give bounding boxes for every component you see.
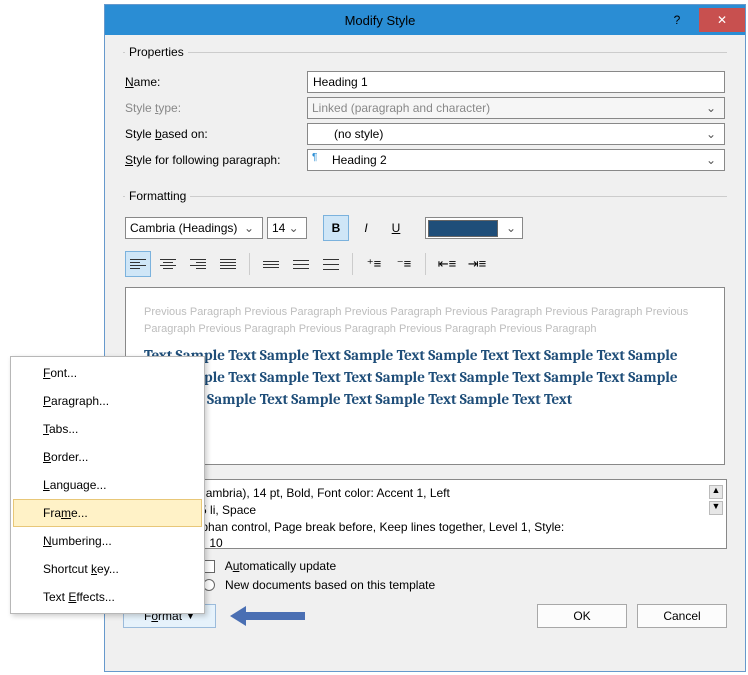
preview-sample-text: Text Sample Text Sample Text Sample Text… xyxy=(144,345,706,410)
preview-prev-paragraph: Previous Paragraph Previous Paragraph Pr… xyxy=(144,304,706,337)
scroll-down-button[interactable]: ▼ xyxy=(709,501,723,515)
align-justify-icon xyxy=(220,259,236,269)
align-right-button[interactable] xyxy=(185,251,211,277)
chevron-down-icon: ⌄ xyxy=(285,221,302,235)
styletype-dropdown: Linked (paragraph and character) ⌄ xyxy=(307,97,725,119)
indent-increase-button[interactable]: ⇥≡ xyxy=(464,251,490,277)
new-documents-label: New documents based on this template xyxy=(225,578,435,592)
basedon-dropdown[interactable]: (no style) ⌄ xyxy=(307,123,725,145)
format-menu: Font... Paragraph... Tabs... Border... L… xyxy=(10,356,205,614)
style-description: +Headings (Cambria), 14 pt, Bold, Font c… xyxy=(123,479,727,549)
menu-font[interactable]: Font... xyxy=(13,359,202,387)
indent-icon: ⇥≡ xyxy=(468,256,486,272)
spacing-15-button[interactable] xyxy=(288,251,314,277)
align-justify-button[interactable] xyxy=(215,251,241,277)
ok-button[interactable]: OK xyxy=(537,604,627,628)
dialog-title: Modify Style xyxy=(105,13,655,28)
basedon-label: Style based on: xyxy=(125,127,297,141)
chevron-down-icon: ⌄ xyxy=(240,221,258,235)
align-center-button[interactable] xyxy=(155,251,181,277)
following-dropdown[interactable]: Heading 2 ⌄ xyxy=(307,149,725,171)
menu-numbering[interactable]: Numbering... xyxy=(13,527,202,555)
style-preview: Previous Paragraph Previous Paragraph Pr… xyxy=(125,287,725,465)
name-label: Name: xyxy=(125,75,297,89)
desc-line: Style, Priority: 10 xyxy=(132,535,718,552)
align-right-icon xyxy=(190,259,206,269)
font-size-dropdown[interactable]: 14⌄ xyxy=(267,217,307,239)
auto-update-label: Automatically update xyxy=(225,559,336,573)
close-button[interactable]: ✕ xyxy=(699,8,745,32)
indent-decrease-button[interactable]: ⇤≡ xyxy=(434,251,460,277)
space-icon: ⁻≡ xyxy=(397,256,411,272)
titlebar: Modify Style ? ✕ xyxy=(105,5,745,35)
following-label: Style for following paragraph: xyxy=(125,153,297,167)
annotation-arrow xyxy=(230,606,310,626)
formatting-legend: Formatting xyxy=(125,189,190,203)
color-swatch xyxy=(428,220,498,237)
underline-button[interactable]: U xyxy=(383,215,409,241)
italic-button[interactable]: I xyxy=(353,215,379,241)
properties-group: Properties Name: Style type: Linked (par… xyxy=(123,45,727,179)
font-name-dropdown[interactable]: Cambria (Headings)⌄ xyxy=(125,217,263,239)
styletype-label: Style type: xyxy=(125,101,297,115)
space-before-inc-button[interactable]: ⁺≡ xyxy=(361,251,387,277)
desc-line: pt, Widow/Orphan control, Page break bef… xyxy=(132,519,718,536)
spacing-icon xyxy=(293,260,309,269)
menu-border[interactable]: Border... xyxy=(13,443,202,471)
spacing-icon xyxy=(323,259,339,270)
scroll-up-button[interactable]: ▲ xyxy=(709,485,723,499)
desc-line: +Headings (Cambria), 14 pt, Bold, Font c… xyxy=(132,485,718,502)
spacing-2-button[interactable] xyxy=(318,251,344,277)
help-button[interactable]: ? xyxy=(655,8,699,32)
menu-frame[interactable]: Frame... xyxy=(13,499,202,527)
spacing-1-button[interactable] xyxy=(258,251,284,277)
bold-button[interactable]: B xyxy=(323,215,349,241)
cancel-button[interactable]: Cancel xyxy=(637,604,727,628)
menu-tabs[interactable]: Tabs... xyxy=(13,415,202,443)
space-icon: ⁺≡ xyxy=(367,256,381,272)
chevron-down-icon: ⌄ xyxy=(702,101,720,115)
spacing-icon xyxy=(263,261,279,268)
menu-shortcut-key[interactable]: Shortcut key... xyxy=(13,555,202,583)
align-left-button[interactable] xyxy=(125,251,151,277)
desc-line: : Multiple 1.15 li, Space xyxy=(132,502,718,519)
menu-language[interactable]: Language... xyxy=(13,471,202,499)
space-before-dec-button[interactable]: ⁻≡ xyxy=(391,251,417,277)
heading-icon xyxy=(312,153,328,167)
outdent-icon: ⇤≡ xyxy=(438,256,456,272)
align-left-icon xyxy=(130,259,146,269)
align-center-icon xyxy=(160,259,176,269)
chevron-down-icon: ⌄ xyxy=(702,153,720,167)
menu-text-effects[interactable]: Text Effects... xyxy=(13,583,202,611)
chevron-down-icon: ⌄ xyxy=(502,221,520,235)
chevron-down-icon: ⌄ xyxy=(702,127,720,141)
formatting-group: Formatting Cambria (Headings)⌄ 14⌄ B I U… xyxy=(123,189,727,469)
font-color-dropdown[interactable]: ⌄ xyxy=(425,217,523,239)
menu-paragraph[interactable]: Paragraph... xyxy=(13,387,202,415)
properties-legend: Properties xyxy=(125,45,188,59)
name-input[interactable] xyxy=(307,71,725,93)
